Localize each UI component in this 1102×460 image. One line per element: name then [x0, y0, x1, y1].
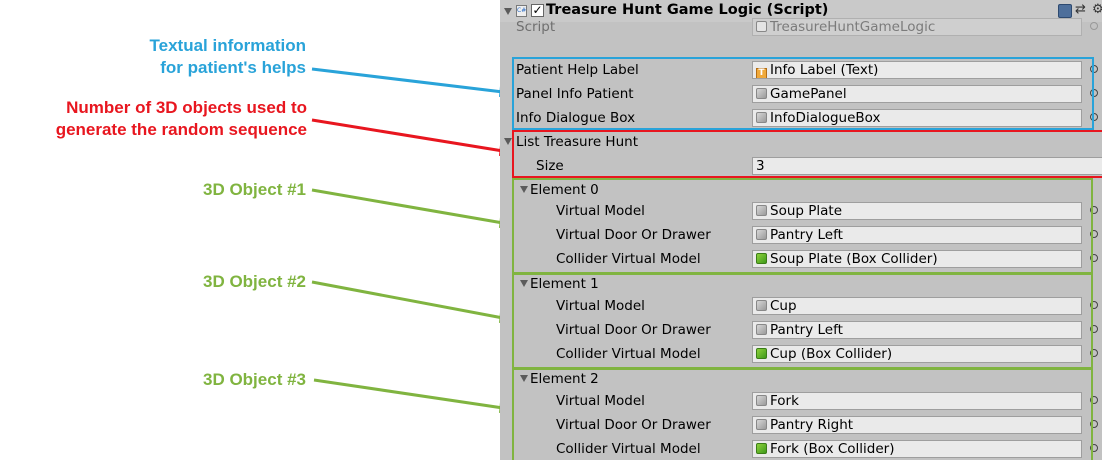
object-picker-icon[interactable]	[1090, 325, 1098, 333]
collider-field[interactable]: Soup Plate (Box Collider)	[752, 250, 1082, 268]
foldout-arrow-icon[interactable]	[520, 375, 528, 382]
element-2-label: Element 2	[530, 371, 599, 387]
virtual-model-field[interactable]: Cup	[752, 297, 1082, 315]
virtual-model-value: Fork	[770, 393, 799, 409]
gameobject-icon	[756, 205, 767, 216]
virtual-door-value: Pantry Left	[770, 227, 843, 243]
connector-green-1	[311, 188, 504, 225]
object-picker-icon[interactable]	[1090, 89, 1098, 97]
object-picker-icon[interactable]	[1090, 230, 1098, 238]
gameobject-icon	[756, 419, 767, 430]
collider-value: Cup (Box Collider)	[770, 346, 893, 362]
text-component-icon: T	[756, 68, 767, 78]
collider-value: Soup Plate (Box Collider)	[770, 251, 938, 267]
virtual-model-label: Virtual Model	[556, 298, 645, 314]
script-label: Script	[516, 19, 556, 35]
collider-field[interactable]: Fork (Box Collider)	[752, 440, 1082, 458]
foldout-arrow-icon[interactable]	[520, 280, 528, 287]
list-treasure-hunt-label: List Treasure Hunt	[516, 134, 638, 150]
connector-red	[311, 118, 504, 153]
element-1-label: Element 1	[530, 276, 599, 292]
gameobject-icon	[756, 300, 767, 311]
element-0-label: Element 0	[530, 182, 599, 198]
virtual-door-label: Virtual Door Or Drawer	[556, 227, 711, 243]
list-size-field[interactable]: 3	[752, 157, 1102, 175]
info-dialogue-box-value: InfoDialogueBox	[770, 110, 881, 126]
collider-field[interactable]: Cup (Box Collider)	[752, 345, 1082, 363]
element-2-row[interactable]: Element 2	[500, 367, 1102, 391]
inspector-panel: C# ✓ Treasure Hunt Game Logic (Script) ⇄…	[500, 0, 1102, 460]
gameobject-icon	[756, 88, 767, 99]
script-field: TreasureHuntGameLogic	[752, 18, 1082, 36]
element-2-virtual-model-row: Virtual Model Fork	[500, 389, 1102, 413]
virtual-door-value: Pantry Right	[770, 417, 854, 433]
panel-info-patient-field[interactable]: GamePanel	[752, 85, 1082, 103]
box-collider-icon	[756, 348, 767, 359]
foldout-arrow-icon[interactable]	[504, 138, 512, 145]
virtual-model-label: Virtual Model	[556, 393, 645, 409]
object-picker-icon[interactable]	[1090, 206, 1098, 214]
object-picker-icon[interactable]	[1090, 301, 1098, 309]
foldout-arrow-icon[interactable]	[504, 8, 512, 15]
list-size-label: Size	[536, 158, 564, 174]
virtual-model-field[interactable]: Soup Plate	[752, 202, 1082, 220]
script-asset-icon	[756, 21, 767, 32]
gameobject-icon	[756, 395, 767, 406]
collider-label: Collider Virtual Model	[556, 251, 701, 267]
virtual-model-value: Cup	[770, 298, 797, 314]
object-picker-icon[interactable]	[1090, 444, 1098, 452]
virtual-door-field[interactable]: Pantry Left	[752, 321, 1082, 339]
object-picker-icon[interactable]	[1090, 113, 1098, 121]
element-0-door-row: Virtual Door Or Drawer Pantry Left	[500, 223, 1102, 247]
object-picker-icon	[1090, 22, 1098, 30]
object-picker-icon[interactable]	[1090, 396, 1098, 404]
element-1-virtual-model-row: Virtual Model Cup	[500, 294, 1102, 318]
element-0-collider-row: Collider Virtual Model Soup Plate (Box C…	[500, 247, 1102, 271]
info-dialogue-box-field[interactable]: InfoDialogueBox	[752, 109, 1082, 127]
object-picker-icon[interactable]	[1090, 420, 1098, 428]
list-treasure-hunt-row[interactable]: List Treasure Hunt	[500, 130, 1102, 154]
connector-green-2	[311, 280, 504, 320]
box-collider-icon	[756, 443, 767, 454]
virtual-door-label: Virtual Door Or Drawer	[556, 417, 711, 433]
virtual-model-label: Virtual Model	[556, 203, 645, 219]
collider-label: Collider Virtual Model	[556, 346, 701, 362]
object-picker-icon[interactable]	[1090, 349, 1098, 357]
element-2-door-row: Virtual Door Or Drawer Pantry Right	[500, 413, 1102, 437]
gameobject-icon	[756, 324, 767, 335]
patient-help-label-label: Patient Help Label	[516, 62, 639, 78]
virtual-door-field[interactable]: Pantry Right	[752, 416, 1082, 434]
element-1-collider-row: Collider Virtual Model Cup (Box Collider…	[500, 342, 1102, 366]
virtual-door-field[interactable]: Pantry Left	[752, 226, 1082, 244]
element-2-collider-row: Collider Virtual Model Fork (Box Collide…	[500, 437, 1102, 460]
element-1-door-row: Virtual Door Or Drawer Pantry Left	[500, 318, 1102, 342]
script-value: TreasureHuntGameLogic	[770, 19, 936, 35]
virtual-model-value: Soup Plate	[770, 203, 843, 219]
patient-help-label-row: Patient Help Label T Info Label (Text)	[500, 58, 1102, 82]
connector-blue	[311, 67, 504, 94]
gameobject-icon	[756, 112, 767, 123]
box-collider-icon	[756, 253, 767, 264]
panel-info-patient-value: GamePanel	[770, 86, 847, 102]
patient-help-label-value: Info Label (Text)	[770, 62, 879, 78]
panel-info-patient-row: Panel Info Patient GamePanel	[500, 82, 1102, 106]
element-0-virtual-model-row: Virtual Model Soup Plate	[500, 199, 1102, 223]
foldout-arrow-icon[interactable]	[520, 186, 528, 193]
connector-green-3	[313, 378, 504, 410]
element-1-row[interactable]: Element 1	[500, 272, 1102, 296]
info-dialogue-box-label: Info Dialogue Box	[516, 110, 636, 126]
panel-info-patient-label: Panel Info Patient	[516, 86, 634, 102]
gameobject-icon	[756, 229, 767, 240]
virtual-door-value: Pantry Left	[770, 322, 843, 338]
script-row: Script TreasureHuntGameLogic	[500, 15, 1102, 39]
virtual-model-field[interactable]: Fork	[752, 392, 1082, 410]
object-picker-icon[interactable]	[1090, 254, 1098, 262]
virtual-door-label: Virtual Door Or Drawer	[556, 322, 711, 338]
object-picker-icon[interactable]	[1090, 65, 1098, 73]
collider-label: Collider Virtual Model	[556, 441, 701, 457]
collider-value: Fork (Box Collider)	[770, 441, 895, 457]
patient-help-label-field[interactable]: T Info Label (Text)	[752, 61, 1082, 79]
list-size-row: Size 3	[500, 154, 1102, 178]
info-dialogue-box-row: Info Dialogue Box InfoDialogueBox	[500, 106, 1102, 130]
